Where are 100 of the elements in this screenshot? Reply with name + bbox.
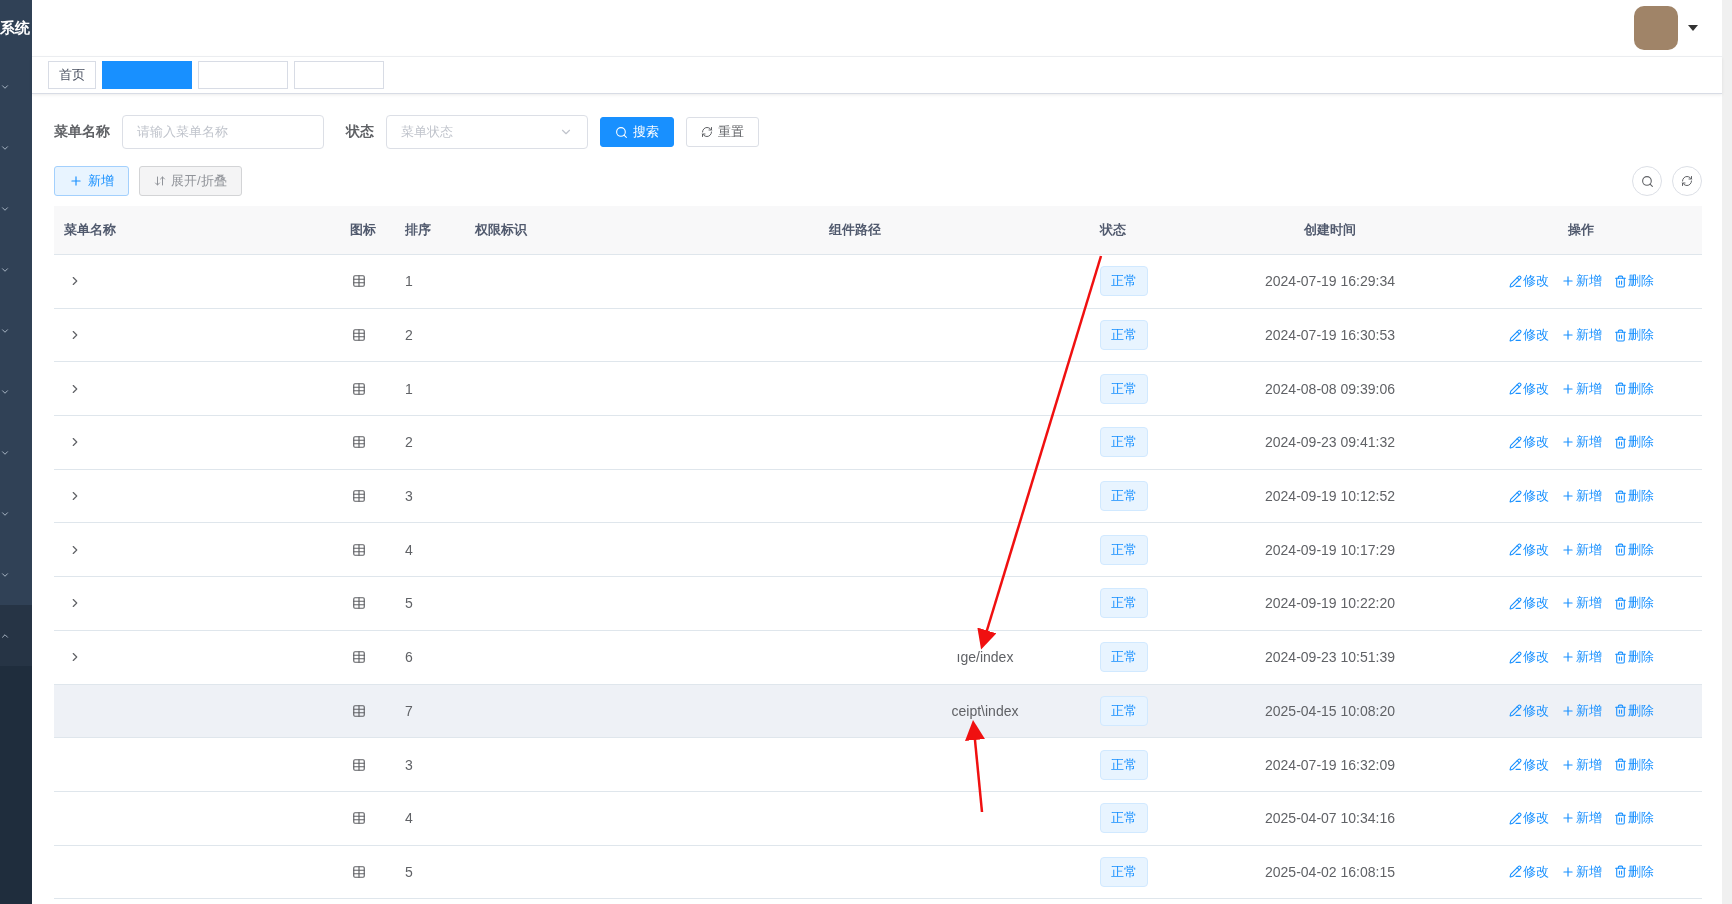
page-tab[interactable] <box>102 61 192 89</box>
add-link[interactable]: 新增 <box>1560 379 1602 398</box>
edit-link[interactable]: 修改 <box>1508 648 1549 667</box>
edit-link[interactable]: 修改 <box>1508 862 1549 881</box>
delete-link[interactable]: 删除 <box>1613 433 1654 452</box>
table-cell-text: 1 <box>405 273 414 290</box>
edit-link[interactable]: 修改 <box>1508 433 1549 452</box>
status-tag: 正常 <box>1100 266 1148 297</box>
add-link[interactable]: 新增 <box>1560 326 1602 345</box>
filter-label: 菜单名称 <box>54 123 110 141</box>
status-tag: 正常 <box>1100 534 1148 565</box>
edit-link[interactable]: 修改 <box>1508 272 1549 291</box>
plus-icon <box>1560 542 1575 557</box>
edit-link[interactable]: 修改 <box>1508 540 1549 559</box>
table-icon <box>352 328 366 343</box>
expand-collapse-button[interactable]: 展开/折叠 <box>139 166 242 196</box>
table-icon <box>352 274 366 289</box>
edit-link[interactable]: 修改 <box>1508 701 1549 720</box>
table-cell-text: 2025-04-02 16:08:15 <box>1264 863 1396 880</box>
trash-icon <box>1613 435 1627 449</box>
add-link[interactable]: 新增 <box>1560 433 1602 452</box>
column-header: 操作 <box>1567 221 1595 239</box>
column-header: 权限标识 <box>475 221 528 239</box>
add-link[interactable]: 新增 <box>1560 648 1602 667</box>
column-header: 状态 <box>1098 221 1127 239</box>
search-button[interactable]: 搜索 <box>600 117 674 147</box>
trash-icon <box>1613 811 1627 825</box>
search-toggle-button[interactable] <box>1632 166 1662 196</box>
trash-icon <box>1613 328 1627 342</box>
caret-down-icon[interactable] <box>1688 25 1698 31</box>
menu-name-input[interactable]: 请输入菜单名称 <box>122 115 324 149</box>
sort-arrows-icon <box>154 175 166 187</box>
add-link[interactable]: 新增 <box>1560 272 1602 291</box>
delete-link[interactable]: 删除 <box>1613 379 1654 398</box>
delete-link[interactable]: 删除 <box>1613 272 1654 291</box>
edit-link[interactable]: 修改 <box>1508 487 1549 506</box>
status-tag: 正常 <box>1100 642 1148 673</box>
add-link[interactable]: 新增 <box>1560 487 1602 506</box>
add-link[interactable]: 新增 <box>1560 540 1602 559</box>
page-tab[interactable]: 首页 <box>48 61 96 89</box>
status-select[interactable]: 菜单状态 <box>386 115 588 149</box>
delete-link[interactable]: 删除 <box>1613 755 1654 774</box>
delete-link[interactable]: 删除 <box>1613 594 1654 613</box>
add-link[interactable]: 新增 <box>1560 701 1602 720</box>
pencil-icon <box>1508 704 1522 718</box>
pencil-icon <box>1508 274 1522 288</box>
refresh-icon <box>701 126 713 138</box>
pencil-icon <box>1508 650 1522 664</box>
plus-icon <box>1560 489 1575 504</box>
table-icon <box>352 703 366 718</box>
delete-link[interactable]: 删除 <box>1613 809 1654 828</box>
add-link[interactable]: 新增 <box>1560 594 1602 613</box>
add-button[interactable]: 新增 <box>54 166 129 196</box>
delete-link[interactable]: 删除 <box>1613 648 1654 667</box>
table-icon <box>352 489 366 504</box>
plus-icon <box>1560 328 1575 343</box>
delete-link[interactable]: 删除 <box>1613 862 1654 881</box>
table-icon <box>352 596 366 611</box>
edit-link[interactable]: 修改 <box>1508 379 1549 398</box>
trash-icon <box>1613 543 1627 557</box>
table-cell-text: 5 <box>405 595 414 612</box>
trash-icon <box>1613 704 1627 718</box>
delete-link[interactable]: 删除 <box>1613 701 1654 720</box>
status-tag: 正常 <box>1100 749 1148 780</box>
table-cell-text: 1 <box>405 380 414 397</box>
column-header: 创建时间 <box>1303 221 1357 239</box>
reset-button[interactable]: 重置 <box>686 117 759 147</box>
table-icon <box>352 757 366 772</box>
pencil-icon <box>1508 596 1522 610</box>
table-icon <box>352 542 366 557</box>
table-cell-text: 3 <box>405 488 414 505</box>
sidebar-item[interactable] <box>0 605 32 666</box>
plus-icon <box>1560 864 1575 879</box>
add-link[interactable]: 新增 <box>1560 755 1602 774</box>
trash-icon <box>1613 650 1627 664</box>
plus-icon <box>69 174 83 188</box>
plus-icon <box>1560 596 1575 611</box>
pencil-icon <box>1508 543 1522 557</box>
search-icon <box>1640 174 1654 188</box>
edit-link[interactable]: 修改 <box>1508 594 1549 613</box>
delete-link[interactable]: 删除 <box>1613 540 1654 559</box>
pencil-icon <box>1508 435 1522 449</box>
table-cell-text: 2024-09-23 10:51:39 <box>1264 649 1396 666</box>
table-cell-text: 2024-07-19 16:30:53 <box>1264 327 1396 344</box>
edit-link[interactable]: 修改 <box>1508 755 1549 774</box>
add-link[interactable]: 新增 <box>1560 862 1602 881</box>
trash-icon <box>1613 596 1627 610</box>
plus-icon <box>1560 650 1575 665</box>
table-cell-text: 2024-07-19 16:32:09 <box>1264 756 1396 773</box>
refresh-button[interactable] <box>1672 166 1702 196</box>
plus-icon <box>1560 381 1575 396</box>
delete-link[interactable]: 删除 <box>1613 487 1654 506</box>
table-cell-text: 2024-08-08 09:39:06 <box>1264 380 1396 397</box>
column-header: 图标 <box>349 221 377 239</box>
add-link[interactable]: 新增 <box>1560 809 1602 828</box>
edit-link[interactable]: 修改 <box>1508 809 1549 828</box>
delete-link[interactable]: 删除 <box>1613 326 1654 345</box>
trash-icon <box>1613 489 1627 503</box>
edit-link[interactable]: 修改 <box>1508 326 1549 345</box>
user-avatar[interactable] <box>1634 6 1678 50</box>
